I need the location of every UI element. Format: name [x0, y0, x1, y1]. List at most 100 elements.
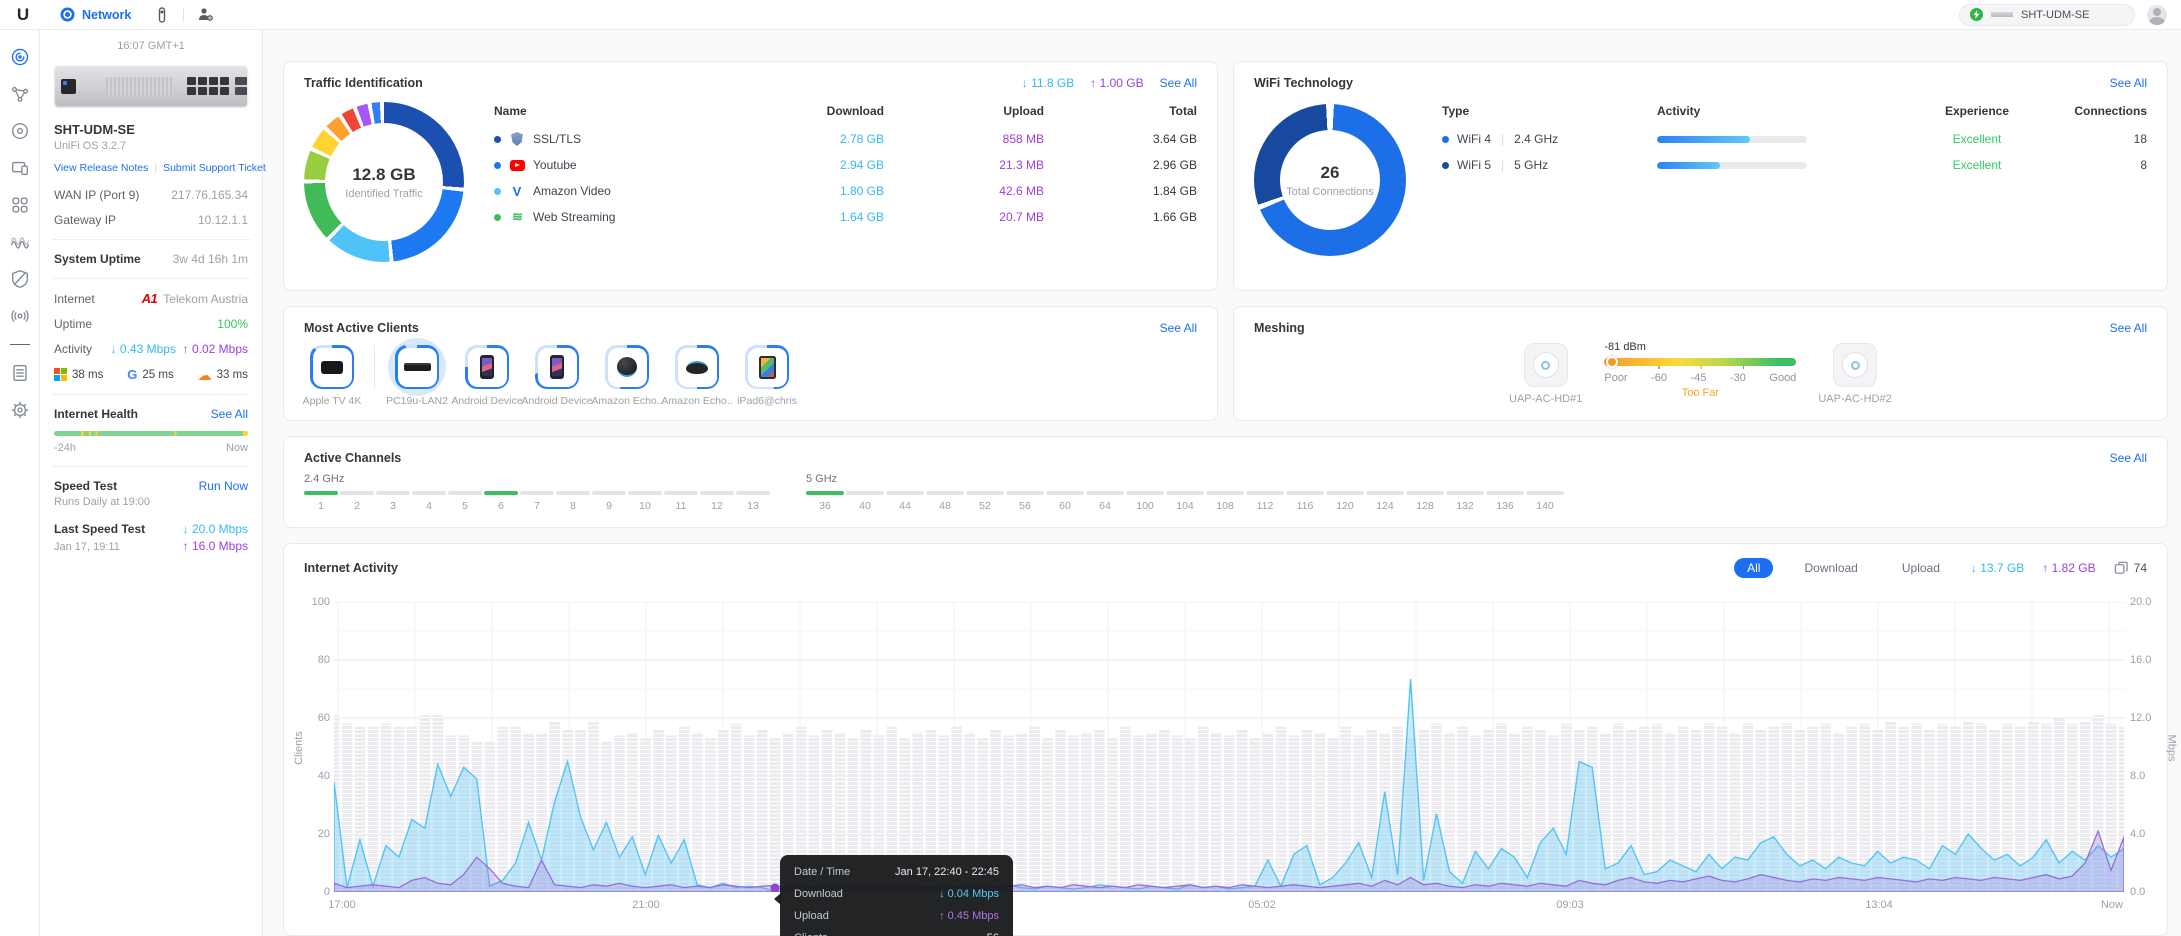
- activity-up: ↑ 0.02 Mbps: [182, 342, 248, 356]
- flows-icon: [10, 237, 29, 249]
- rail-item-devices[interactable]: [7, 118, 33, 144]
- channels-title: Active Channels: [304, 451, 402, 465]
- unifi-logo[interactable]: U: [0, 5, 46, 25]
- tab-upload[interactable]: Upload: [1889, 558, 1953, 578]
- isp-name: Telekom Austria: [163, 291, 248, 306]
- tab-all[interactable]: All: [1734, 557, 1774, 578]
- wifi-donut-chart: 26 Total Connections: [1254, 104, 1406, 256]
- traffic-down-total: ↓ 11.8 GB: [1021, 76, 1075, 90]
- traffic-download: 1.80 GB: [839, 184, 884, 198]
- client-name: Android Device: [521, 395, 593, 407]
- mesh-status: Too Far: [1681, 387, 1719, 399]
- ap-icon: [1842, 352, 1869, 378]
- isp-logo: A1: [141, 291, 158, 306]
- release-notes-link[interactable]: View Release Notes: [54, 162, 148, 174]
- pc-icon: [403, 363, 431, 371]
- channel-112: 112: [1246, 491, 1284, 512]
- traffic-download: 2.94 GB: [839, 158, 884, 172]
- channel-13: 13: [736, 491, 770, 512]
- echo-dot-icon: [686, 360, 708, 374]
- cloudflare-icon: ☁: [197, 366, 212, 383]
- channels-seeall[interactable]: See All: [2110, 451, 2147, 465]
- internet-health-title: Internet Health: [54, 407, 139, 421]
- security-shield-icon: [11, 270, 28, 288]
- ytick-right: 8.0: [2130, 769, 2146, 782]
- inet-uptime-value: 100%: [217, 317, 248, 331]
- rail-item-dashboard[interactable]: [7, 44, 33, 70]
- amazon-video-icon: V: [512, 183, 522, 199]
- channel-40: 40: [846, 491, 884, 512]
- clients-seeall[interactable]: See All: [1160, 321, 1197, 335]
- channel-64: 64: [1086, 491, 1124, 512]
- tab-network[interactable]: Network: [46, 0, 145, 30]
- wifi-donut-value: 26: [1320, 162, 1340, 182]
- rail-item-system-log[interactable]: [7, 360, 33, 386]
- avatar[interactable]: [2147, 4, 2167, 25]
- internet-health-seeall[interactable]: See All: [211, 407, 248, 421]
- channel-12: 12: [700, 491, 734, 512]
- traffic-donut-value: 12.8 GB: [352, 164, 416, 184]
- channel-48: 48: [926, 491, 964, 512]
- speedtest-schedule: Runs Daily at 19:00: [54, 496, 150, 508]
- channel-44: 44: [886, 491, 924, 512]
- rail-item-security[interactable]: [7, 266, 33, 292]
- ytick-right: 0.0: [2130, 885, 2146, 898]
- rail-item-networks[interactable]: [7, 192, 33, 218]
- channel-3: 3: [376, 491, 410, 512]
- admins-icon[interactable]: [188, 0, 222, 30]
- client-tile[interactable]: iPad6@chris: [737, 345, 797, 407]
- channel-11: 11: [664, 491, 698, 512]
- support-ticket-link[interactable]: Submit Support Ticket: [163, 162, 266, 174]
- traffic-total: 1.84 GB: [1152, 184, 1197, 198]
- table-row: WiFi 4 | 2.4 GHz Excellent 18: [1442, 126, 2147, 152]
- internet-label: Internet: [54, 291, 95, 306]
- traffic-donut-label: Identified Traffic: [345, 187, 423, 200]
- table-row: SSL/TLS 2.78 GB 858 MB 3.64 GB: [494, 126, 1197, 152]
- client-tile[interactable]: Amazon Echo..: [661, 345, 733, 407]
- client-tile[interactable]: Apple TV 4K: [302, 345, 362, 407]
- topbar-separator: [183, 7, 185, 22]
- channel-10: 10: [628, 491, 662, 512]
- mesh-ap-2[interactable]: UAP-AC-HD#2: [1818, 343, 1892, 405]
- clients-icon: [11, 161, 28, 176]
- meshing-seeall[interactable]: See All: [2110, 321, 2147, 335]
- xtick: 17:00: [328, 898, 356, 911]
- console-name: SHT-UDM-SE: [2021, 8, 2090, 21]
- console-picker[interactable]: SHT-UDM-SE: [1959, 3, 2135, 26]
- wifi-type: WiFi 4: [1457, 132, 1491, 146]
- yaxis-right-name: Mbps: [2165, 734, 2178, 762]
- wifi-seeall[interactable]: See All: [2110, 76, 2147, 90]
- radios-icon: [10, 310, 29, 322]
- rail-item-flows[interactable]: [7, 229, 33, 255]
- traffic-seeall[interactable]: See All: [1160, 76, 1197, 90]
- band-24ghz-label: 2.4 GHz: [304, 473, 345, 485]
- system-uptime-value: 3w 4d 16h 1m: [172, 252, 248, 266]
- channel-36: 36: [806, 491, 844, 512]
- wifi-experience: Excellent: [1952, 132, 2002, 146]
- client-name: Apple TV 4K: [302, 395, 362, 407]
- activity-up-total: ↑ 1.82 GB: [2042, 560, 2096, 575]
- lastspeed-down: ↓ 20.0 Mbps: [182, 522, 248, 536]
- client-tile[interactable]: PC19u-LAN2: [386, 338, 448, 407]
- console-status-icon: [1970, 8, 1983, 21]
- wifi-activity-bar: [1657, 161, 1807, 169]
- console-icon[interactable]: [145, 0, 179, 30]
- rail-item-settings[interactable]: [7, 397, 33, 423]
- apple-tv-icon: [321, 360, 343, 374]
- client-tile[interactable]: Amazon Echo..: [591, 345, 663, 407]
- traffic-app-name: Youtube: [533, 158, 577, 172]
- traffic-total: 1.66 GB: [1152, 210, 1197, 224]
- rail-item-radios[interactable]: [7, 303, 33, 329]
- internet-activity-chart[interactable]: Clients Mbps 100 80 60 40 20 0 20.0 16.0 12.0 8.0…: [293, 596, 2178, 911]
- rail-item-clients[interactable]: [7, 155, 33, 181]
- client-tile[interactable]: Android Device: [521, 345, 593, 407]
- channel-52: 52: [966, 491, 1004, 512]
- speedtest-run-button[interactable]: Run Now: [199, 479, 248, 493]
- tab-download[interactable]: Download: [1791, 558, 1870, 578]
- client-tile[interactable]: Android Device: [451, 345, 523, 407]
- mesh-ap-1[interactable]: UAP-AC-HD#1: [1509, 343, 1582, 405]
- channel-104: 104: [1166, 491, 1204, 512]
- android-phone-icon: [550, 355, 564, 379]
- traffic-download: 2.78 GB: [839, 132, 884, 146]
- rail-item-topology[interactable]: [7, 81, 33, 107]
